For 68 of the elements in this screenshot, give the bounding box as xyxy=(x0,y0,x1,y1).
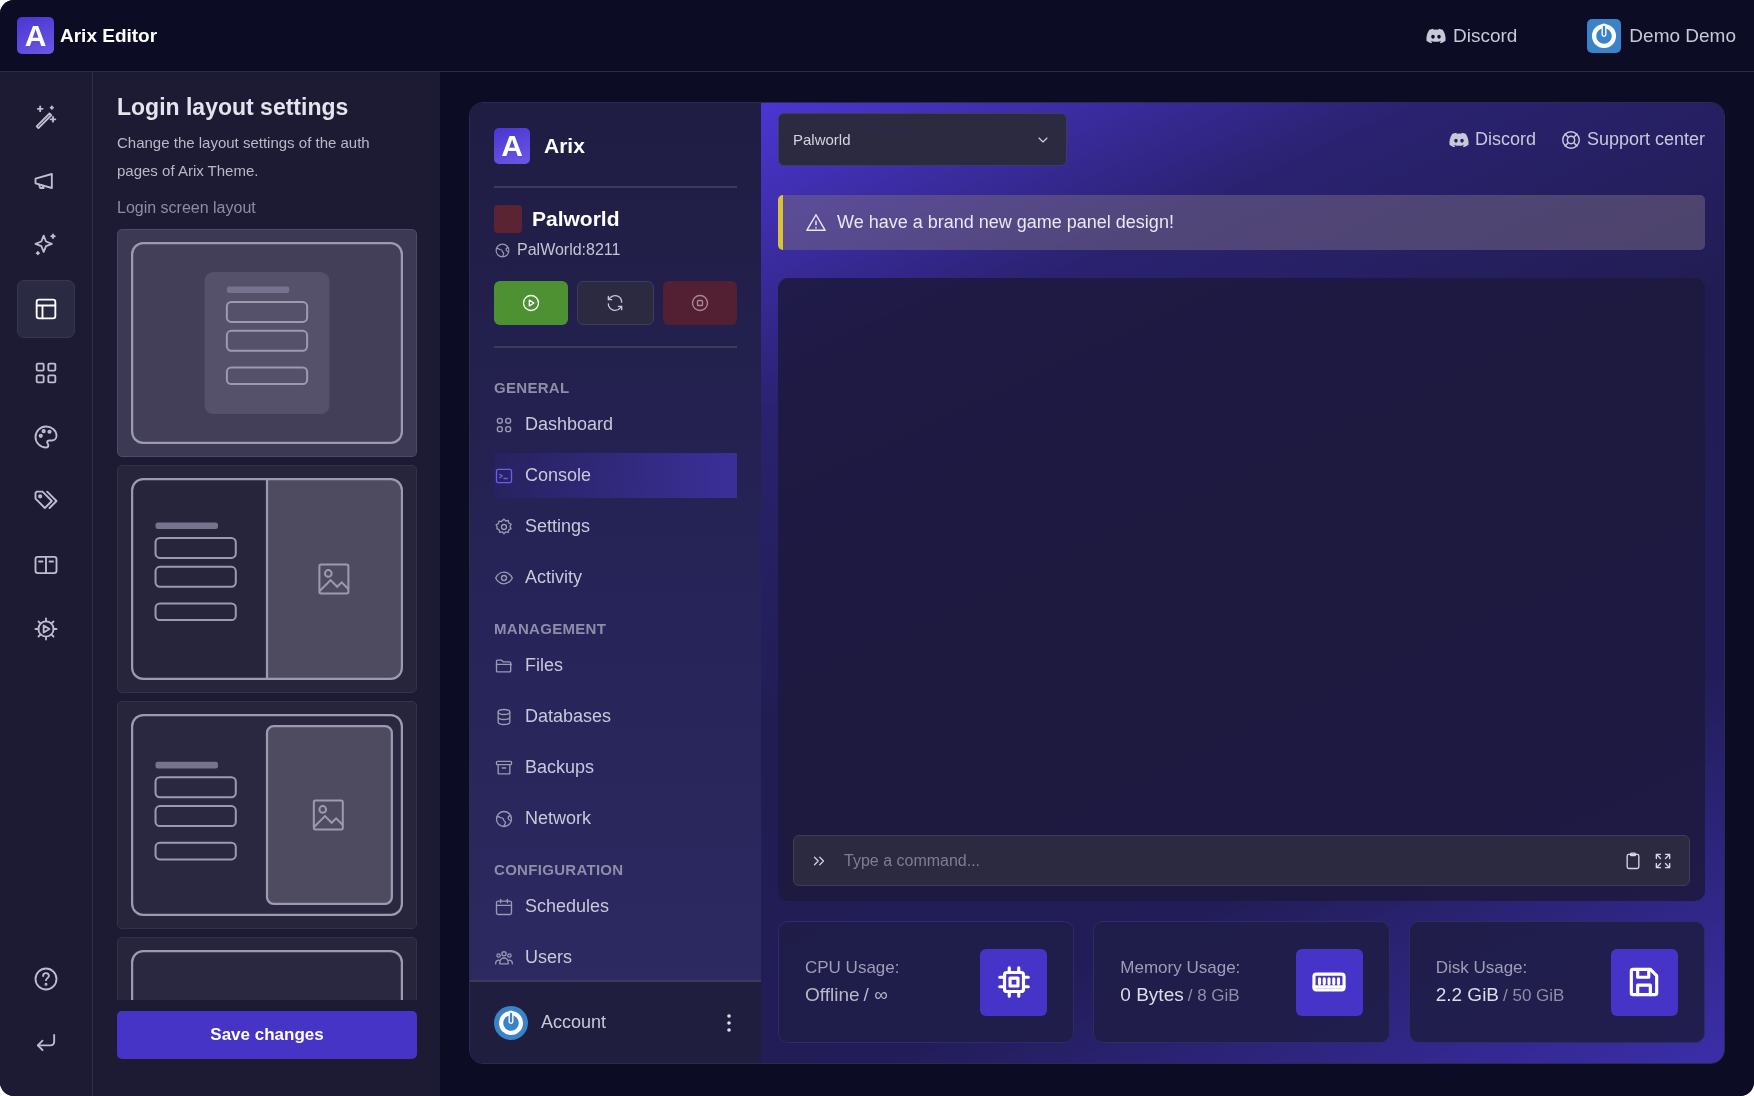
kebab-icon xyxy=(727,1013,731,1032)
stat-limit: / 50 GiB xyxy=(1503,986,1565,1006)
discord-link[interactable]: Discord xyxy=(1447,128,1536,151)
lifebuoy-icon xyxy=(1559,128,1582,151)
discord-link[interactable]: Discord xyxy=(1424,24,1518,47)
alert-text: We have a brand new game panel design! xyxy=(837,212,1174,233)
stat-value: 0 Bytes xyxy=(1120,984,1184,1006)
stop-button[interactable] xyxy=(662,281,737,325)
help-icon xyxy=(32,965,60,993)
nav-item[interactable]: Activity xyxy=(494,555,737,600)
section-label: Login screen layout xyxy=(117,199,257,217)
palette-icon xyxy=(32,423,60,451)
server-icon xyxy=(494,205,522,233)
command-input[interactable]: Type a command... xyxy=(842,850,1613,871)
stat-limit: / 8 GiB xyxy=(1187,986,1240,1006)
nav-item[interactable]: Backups xyxy=(494,745,737,790)
calendar-icon xyxy=(494,896,514,917)
stat-label: Memory Usage: xyxy=(1120,958,1241,978)
nav-item[interactable]: Settings xyxy=(494,504,737,549)
nav-item[interactable]: Files xyxy=(494,643,737,688)
nav-item[interactable]: Network xyxy=(494,796,737,841)
start-button[interactable] xyxy=(494,281,569,325)
app-title: Arix Editor xyxy=(60,24,158,47)
globe-icon xyxy=(494,808,514,829)
nav-section-title: GENERAL xyxy=(494,379,571,396)
stat-value: 2.2 GiB xyxy=(1435,984,1500,1006)
brand-name: Arix xyxy=(544,134,585,158)
nav-item[interactable]: Schedules xyxy=(494,884,737,929)
stat-limit: / ∞ xyxy=(863,984,888,1006)
restart-button[interactable] xyxy=(577,281,654,325)
globe-icon xyxy=(494,241,511,259)
logo: A xyxy=(17,17,54,54)
gear-icon xyxy=(32,615,60,643)
server-name: Palworld xyxy=(532,207,620,231)
logo: A xyxy=(494,128,530,164)
layout-button[interactable] xyxy=(17,280,75,338)
nav-item[interactable]: Users xyxy=(494,935,737,980)
stat-value: Offline xyxy=(805,984,860,1006)
stat-label: Disk Usage: xyxy=(1435,958,1529,978)
play-icon xyxy=(521,293,542,313)
user-menu[interactable]: Demo Demo xyxy=(1587,18,1736,53)
floppy-icon xyxy=(1611,948,1678,1016)
panel-description: Change the layout settings of the auth pages of Arix Theme. xyxy=(117,133,371,181)
save-button[interactable]: Save changes xyxy=(117,1011,417,1059)
layout-option[interactable] xyxy=(117,701,417,929)
server-address: PalWorld:8211 xyxy=(494,241,737,259)
warning-icon xyxy=(805,211,827,234)
cpu-icon xyxy=(980,948,1048,1016)
stop-icon xyxy=(689,293,710,313)
settings-icon xyxy=(494,516,514,537)
account-link[interactable]: Account xyxy=(494,1005,607,1040)
avatar-icon xyxy=(494,1005,528,1040)
nav-section-title: CONFIGURATION xyxy=(494,861,625,878)
stat-label: CPU Usage: xyxy=(805,958,900,978)
command-field[interactable]: Type a command... xyxy=(793,835,1690,886)
panel-title: Login layout settings xyxy=(117,94,350,121)
nav-item[interactable]: Dashboard xyxy=(494,402,737,447)
nav-item[interactable]: Console xyxy=(494,453,737,498)
select-value: Palworld xyxy=(793,131,851,148)
memory-icon xyxy=(1295,948,1363,1016)
avatar-icon xyxy=(1587,18,1622,53)
server-select[interactable]: Palworld xyxy=(778,113,1067,166)
layout-option[interactable] xyxy=(117,465,417,693)
nav-item[interactable]: Databases xyxy=(494,694,737,739)
support-link[interactable]: Support center xyxy=(1559,128,1705,151)
layout-option[interactable] xyxy=(117,229,417,457)
nav-section-title: MANAGEMENT xyxy=(494,620,608,637)
more-button[interactable] xyxy=(727,1013,731,1032)
